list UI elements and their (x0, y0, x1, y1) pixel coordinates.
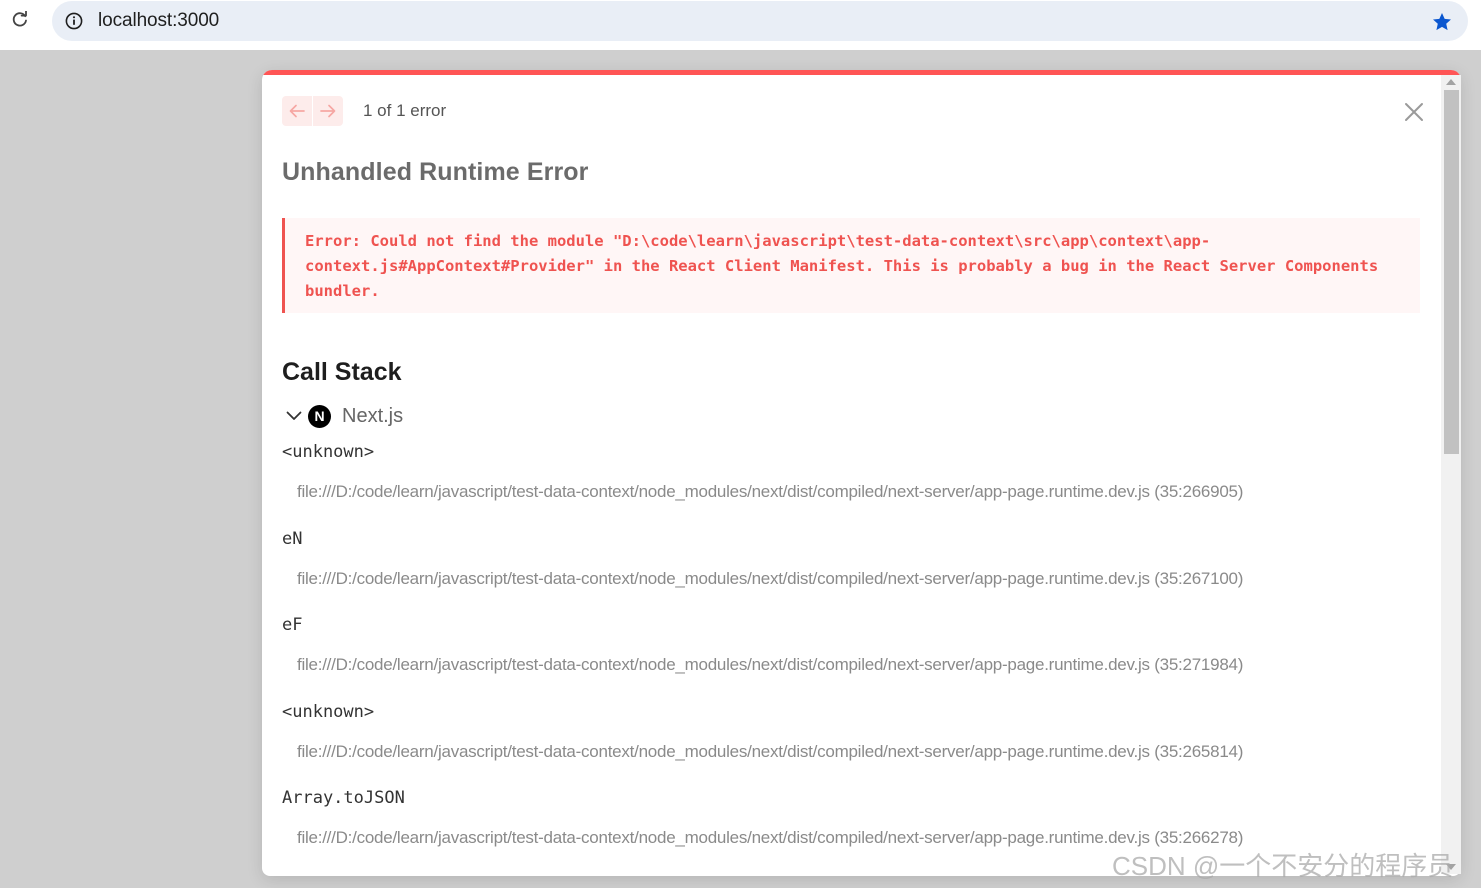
dialog-accent-bar (262, 70, 1461, 75)
frame-function-name: <unknown> (282, 442, 375, 462)
info-circle-icon[interactable] (64, 11, 84, 31)
chevron-down-icon[interactable] (284, 406, 304, 426)
frame-function-name: eN (282, 528, 303, 549)
nextjs-logo-icon: N (308, 404, 331, 428)
stack-frame: eN file:///D:/code/learn/javascript/test… (282, 529, 1422, 616)
stack-frame: <unknown> file:///D:/code/learn/javascri… (282, 702, 1422, 789)
scroll-up-arrow-icon[interactable] (1446, 79, 1456, 85)
frame-function-name: eF (282, 615, 303, 635)
stack-frame: eF file:///D:/code/learn/javascript/test… (282, 615, 1422, 702)
url-text[interactable]: localhost:3000 (98, 10, 219, 32)
call-stack-frames: <unknown> file:///D:/code/learn/javascri… (282, 442, 1422, 875)
framework-label: Next.js (342, 404, 404, 427)
frame-file-link[interactable]: file:///D:/code/learn/javascript/test-da… (297, 742, 1243, 762)
error-title: Unhandled Runtime Error (282, 158, 589, 186)
reload-icon[interactable] (9, 9, 31, 31)
error-count: 1 of 1 error (363, 101, 447, 120)
frame-file-link[interactable]: file:///D:/code/learn/javascript/test-da… (297, 828, 1243, 848)
frame-function-name: Array.toJSON (282, 788, 405, 808)
error-pagination (282, 96, 343, 126)
arrow-right-icon (319, 104, 335, 118)
previous-error-button[interactable] (282, 96, 312, 126)
scrollbar-thumb[interactable] (1444, 90, 1459, 454)
watermark: CSDN @一个不安分的程序员 (1112, 851, 1454, 881)
address-bar[interactable]: localhost:3000 (52, 1, 1468, 41)
close-icon[interactable] (1403, 101, 1425, 123)
error-message: Error: Could not find the module "D:\cod… (305, 232, 1388, 300)
browser-toolbar: localhost:3000 (0, 0, 1481, 50)
frame-file-link[interactable]: file:///D:/code/learn/javascript/test-da… (297, 655, 1243, 675)
next-error-button[interactable] (312, 96, 342, 126)
frame-function-name: <unknown> (282, 701, 375, 722)
call-stack-heading: Call Stack (282, 358, 402, 386)
frame-file-link[interactable]: file:///D:/code/learn/javascript/test-da… (297, 569, 1243, 589)
arrow-left-icon (289, 104, 305, 118)
frame-file-link[interactable]: file:///D:/code/learn/javascript/test-da… (297, 482, 1243, 502)
stack-frame: <unknown> file:///D:/code/learn/javascri… (282, 442, 1422, 529)
bookmark-star-icon[interactable] (1430, 10, 1454, 34)
error-overlay-dialog: 1 of 1 error Unhandled Runtime Error Err… (262, 70, 1461, 876)
error-message-box: Error: Could not find the module "D:\cod… (282, 218, 1420, 313)
framework-frames-toggle[interactable]: N Next.js (284, 403, 403, 429)
vertical-scrollbar[interactable] (1441, 75, 1461, 874)
